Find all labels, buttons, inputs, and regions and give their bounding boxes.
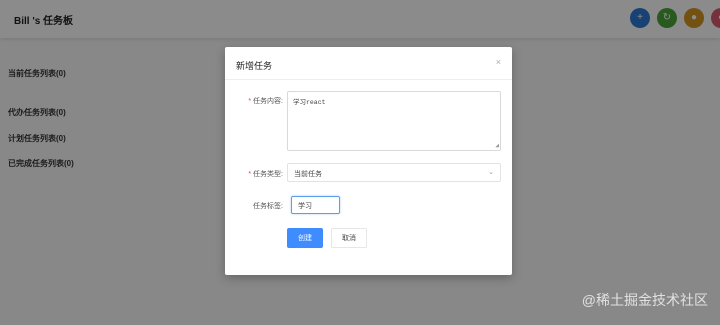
close-icon[interactable]: × [496,57,501,67]
tag-label: 任务标签: [253,203,283,210]
modal-title: 新增任务 [236,61,273,71]
cancel-button[interactable]: 取消 [331,228,367,248]
required-mark: * [248,98,252,105]
task-type-select[interactable]: 当前任务 ⌄ [287,163,501,182]
resize-handle-icon[interactable]: ◢ [495,143,499,149]
required-mark: * [248,171,252,178]
chevron-down-icon: ⌄ [488,169,494,176]
type-label: * 任务类型: [248,171,283,178]
add-task-modal: 新增任务 × * 任务内容: 学习react ◢ * 任务类型: 当前任务 ⌄ 任务… [225,47,512,275]
watermark: @稀土掘金技术社区 [581,292,708,308]
modal-divider [225,79,512,80]
task-content-value: 学习react [293,99,326,106]
task-tag-value: 学习 [298,203,312,210]
content-label: * 任务内容: [248,98,283,105]
task-type-value: 当前任务 [294,171,322,178]
task-content-textarea[interactable]: 学习react ◢ [287,91,501,151]
task-tag-input[interactable]: 学习 [291,196,340,214]
create-button[interactable]: 创建 [287,228,323,248]
